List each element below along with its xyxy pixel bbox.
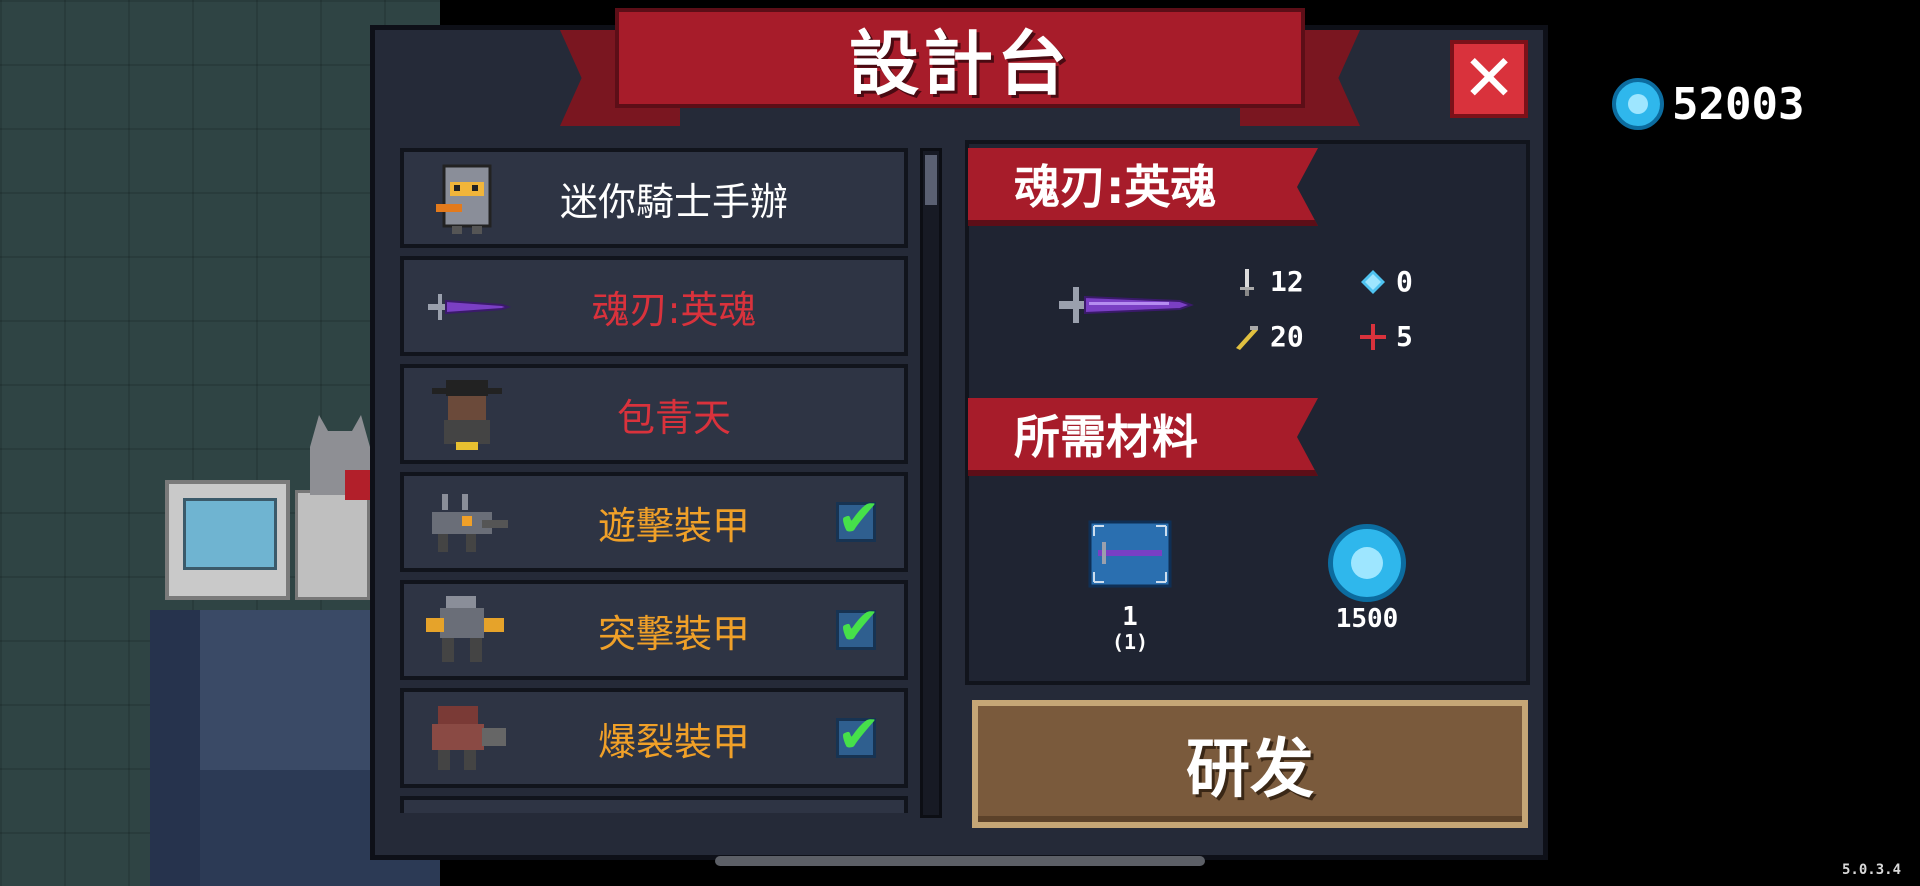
version-label: 5.0.3.4 bbox=[1842, 862, 1902, 878]
item-name: 魂刃:英魂 bbox=[1014, 160, 1217, 214]
list-item-selected[interactable]: 魂刃:英魂 bbox=[400, 256, 908, 356]
purple-sword-icon bbox=[1059, 287, 1194, 323]
crit-stat: 20 bbox=[1232, 320, 1304, 353]
owned-checkbox bbox=[836, 705, 881, 765]
blueprint-amount: 1 bbox=[1122, 602, 1138, 632]
stone-wall bbox=[150, 610, 200, 886]
research-label: 研发 bbox=[1186, 733, 1314, 807]
list-item-label: 遊擊裝甲 bbox=[597, 503, 750, 548]
list-item-label: 爆裂裝甲 bbox=[597, 719, 750, 764]
workbench bbox=[295, 490, 370, 600]
blueprint-icon bbox=[1088, 520, 1172, 588]
list-item-label: 迷你騎士手辦 bbox=[559, 179, 788, 224]
damage-stat: 12 bbox=[1232, 265, 1304, 298]
close-icon: ✕ bbox=[1462, 42, 1516, 116]
list-item-partial[interactable] bbox=[400, 796, 908, 813]
judge-character-icon bbox=[432, 380, 502, 450]
list-item[interactable]: 突擊裝甲 bbox=[400, 580, 908, 680]
materials-title: 所需材料 bbox=[1014, 410, 1198, 464]
gem-icon bbox=[1328, 524, 1406, 602]
list-item-label: 突擊裝甲 bbox=[597, 611, 750, 656]
knight-figure-icon bbox=[436, 164, 492, 234]
scroll-thumb[interactable] bbox=[925, 155, 937, 205]
page-title: 設計台 bbox=[849, 22, 1071, 105]
list-item[interactable]: 遊擊裝甲 bbox=[400, 472, 908, 572]
materials-ribbon: 所需材料 bbox=[968, 398, 1318, 476]
list-item[interactable]: 包青天 bbox=[400, 364, 908, 464]
item-name-ribbon: 魂刃:英魂 bbox=[968, 148, 1318, 226]
crosshair-icon bbox=[1360, 323, 1386, 350]
gem-cost: 1500 bbox=[1335, 604, 1399, 634]
list-scrollbar[interactable] bbox=[920, 148, 942, 818]
energy-diamond-icon bbox=[1361, 269, 1385, 294]
accuracy-stat: 5 bbox=[1358, 320, 1413, 353]
sword-stat-icon bbox=[1240, 268, 1254, 296]
close-button[interactable]: ✕ bbox=[1450, 40, 1528, 118]
list-item[interactable]: 迷你騎士手辦 bbox=[400, 148, 908, 248]
computer-terminal bbox=[165, 480, 290, 600]
owned-checkbox bbox=[836, 489, 881, 549]
blast-mech-icon bbox=[432, 706, 506, 770]
assault-mech-icon bbox=[426, 596, 504, 662]
owned-checkbox bbox=[836, 597, 881, 657]
gem-icon bbox=[1612, 78, 1664, 130]
title-banner: 設計台 bbox=[560, 8, 1360, 128]
list-item-label: 包青天 bbox=[616, 395, 731, 440]
mech-armor-icon bbox=[432, 494, 508, 552]
gem-count: 52003 bbox=[1672, 78, 1805, 130]
list-item[interactable]: 爆裂裝甲 bbox=[400, 688, 908, 788]
blueprint-list: 迷你騎士手辦 魂刃:英魂 包青天 遊擊裝甲 ✔ 突擊裝甲 ✔ 爆裂裝甲 ✔ bbox=[395, 148, 915, 813]
blueprint-owned: (1) bbox=[1111, 630, 1149, 654]
energy-stat: 0 bbox=[1358, 265, 1413, 298]
crit-blade-icon bbox=[1236, 325, 1258, 350]
purple-sword-icon bbox=[428, 294, 512, 320]
home-indicator[interactable] bbox=[715, 856, 1205, 866]
list-item-label: 魂刃:英魂 bbox=[591, 287, 757, 332]
gem-counter: 52003 bbox=[1612, 78, 1804, 130]
research-button[interactable]: 研发 bbox=[972, 700, 1528, 828]
